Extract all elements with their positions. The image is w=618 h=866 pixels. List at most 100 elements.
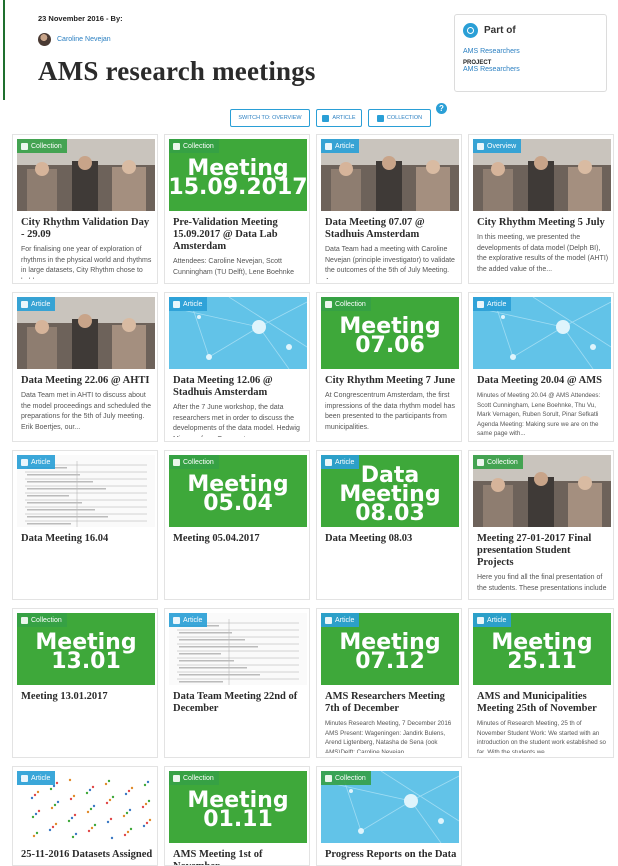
card[interactable]: Article Data Meeting 20.04 @ AMS Minutes o…	[468, 292, 614, 442]
article-icon	[325, 458, 332, 466]
card-title[interactable]: AMS Meeting 1st of November	[173, 849, 305, 865]
card-thumbnail[interactable]: Meeting 05.04 Collection	[169, 455, 307, 527]
part-of-header: Part of	[463, 23, 598, 38]
card[interactable]: Article Data Meeting 12.06 @ Stadhuis Ams…	[164, 292, 310, 442]
thumbnail-caption: Meeting 05.04	[187, 472, 289, 516]
card[interactable]: Article Data Team Meeting 22nd of Decembe…	[164, 608, 310, 758]
card[interactable]: Data Meeting 08.03 Article Data Meeting 08…	[316, 450, 462, 600]
card-thumbnail[interactable]: Meeting 01.11 Collection	[169, 771, 307, 843]
switch-to-overview-label: SWITCH TO: OVERVIEW	[238, 115, 302, 121]
article-icon	[322, 114, 330, 122]
card-type-badge: Article	[473, 613, 512, 627]
page-title: AMS research meetings	[38, 56, 316, 86]
card-thumbnail[interactable]: Article	[169, 613, 307, 685]
badge-label: Overview	[487, 142, 517, 150]
badge-label: Article	[487, 616, 507, 624]
left-accent-rule	[3, 0, 5, 100]
card[interactable]: Meeting 13.01 Collection Meeting 13.01.201…	[12, 608, 158, 758]
collection-icon	[21, 616, 28, 624]
card-thumbnail[interactable]: Article	[321, 139, 459, 211]
card-description: For finalising one year of exploration o…	[21, 246, 152, 279]
card[interactable]: Meeting 25.11 Article AMS and Municipaliti…	[468, 608, 614, 758]
card-thumbnail[interactable]: Collection	[321, 771, 459, 843]
card[interactable]: Meeting 01.11 Collection AMS Meeting 1st o…	[164, 766, 310, 866]
article-icon	[21, 300, 28, 308]
thumbnail-caption: Meeting 07.12	[339, 630, 441, 674]
card[interactable]: Collection Meeting 27-01-2017 Final prese…	[468, 450, 614, 600]
card-title[interactable]: Meeting 27-01-2017 Final presentation St…	[477, 533, 609, 569]
badge-label: Article	[183, 300, 203, 308]
card-description: Data Team had a meeting with Caroline Ne…	[325, 246, 455, 279]
card-thumbnail[interactable]: Overview	[473, 139, 611, 211]
author-avatar[interactable]	[38, 33, 51, 46]
card-thumbnail[interactable]: Collection	[17, 139, 155, 211]
card-title[interactable]: Meeting 13.01.2017	[21, 691, 153, 703]
author-link[interactable]: Caroline Nevejan	[57, 36, 111, 43]
badge-label: Collection	[183, 458, 214, 466]
card[interactable]: Overview City Rhythm Meeting 5 July In thi…	[468, 134, 614, 284]
card-type-badge: Article	[169, 297, 208, 311]
switch-to-overview-button[interactable]: SWITCH TO: OVERVIEW	[230, 109, 310, 127]
card-thumbnail[interactable]: Collection	[473, 455, 611, 527]
card[interactable]: Meeting 05.04 Collection Meeting 05.04.201…	[164, 450, 310, 600]
badge-label: Article	[31, 774, 51, 782]
card-type-badge: Collection	[17, 139, 67, 153]
overview-icon	[477, 142, 484, 150]
card[interactable]: Article Data Meeting 16.04	[12, 450, 158, 600]
card-thumbnail[interactable]: Meeting 25.11 Article	[473, 613, 611, 685]
badge-label: Article	[31, 458, 51, 466]
card-title[interactable]: Progress Reports on the Data	[325, 849, 457, 861]
card-title[interactable]: City Rhythm Validation Day - 29.09	[21, 217, 153, 241]
add-article-label: ARTICLE	[332, 115, 356, 121]
card[interactable]: Article 25-11-2016 Datasets Assigned	[12, 766, 158, 866]
card-title[interactable]: City Rhythm Meeting 5 July	[477, 217, 609, 229]
card-thumbnail[interactable]: Article	[169, 297, 307, 369]
card-title[interactable]: Data Meeting 20.04 @ AMS	[477, 375, 609, 387]
card-type-badge: Collection	[321, 297, 371, 311]
card-thumbnail[interactable]: Article	[473, 297, 611, 369]
card-title[interactable]: Data Team Meeting 22nd of December	[173, 691, 305, 715]
card-thumbnail[interactable]: Meeting 15.09.2017 Collection	[169, 139, 307, 211]
card-title[interactable]: Data Meeting 16.04	[21, 533, 153, 545]
card-title[interactable]: Data Meeting 07.07 @ Stadhuis Amsterdam	[325, 217, 457, 241]
add-collection-button[interactable]: COLLECTION	[368, 109, 431, 127]
card-thumbnail[interactable]: Article	[17, 455, 155, 527]
card[interactable]: Article Data Meeting 07.07 @ Stadhuis Ams…	[316, 134, 462, 284]
project-link[interactable]: AMS Researchers	[463, 66, 598, 73]
card[interactable]: Meeting 07.06 Collection City Rhythm Meeti…	[316, 292, 462, 442]
part-of-link[interactable]: AMS Researchers	[463, 48, 598, 55]
card-title[interactable]: Pre-Validation Meeting 15.09.2017 @ Data…	[173, 217, 305, 253]
card[interactable]: Article Data Meeting 22.06 @ AHTI Data Tea…	[12, 292, 158, 442]
card-thumbnail[interactable]: Article	[17, 297, 155, 369]
article-icon	[21, 774, 28, 782]
card-description: Data Team met in AHTI to discuss about t…	[21, 392, 151, 431]
card-description: Minutes of Research Meeting, 25 th of No…	[477, 720, 606, 753]
card[interactable]: Collection City Rhythm Validation Day - 2…	[12, 134, 158, 284]
collection-icon	[173, 774, 180, 782]
card[interactable]: Meeting 07.12 Article AMS Researchers Meet…	[316, 608, 462, 758]
card-title[interactable]: 25-11-2016 Datasets Assigned	[21, 849, 153, 861]
card-type-badge: Article	[321, 455, 360, 469]
card-thumbnail[interactable]: Meeting 07.12 Article	[321, 613, 459, 685]
card-description: At Congrescentrum Amsterdam, the first i…	[325, 392, 455, 431]
card-title[interactable]: AMS and Municipalities Meeting 25th of N…	[477, 691, 609, 715]
card-title[interactable]: AMS Researchers Meeting 7th of December	[325, 691, 457, 715]
card-title[interactable]: Data Meeting 12.06 @ Stadhuis Amsterdam	[173, 375, 305, 399]
card-thumbnail[interactable]: Data Meeting 08.03 Article	[321, 455, 459, 527]
help-icon[interactable]: ?	[436, 103, 447, 114]
card[interactable]: Meeting 15.09.2017 Collection Pre-Validati…	[164, 134, 310, 284]
card-title[interactable]: City Rhythm Meeting 7 June	[325, 375, 457, 387]
card-title[interactable]: Meeting 05.04.2017	[173, 533, 305, 545]
page-header: 23 November 2016 - By: Caroline Nevejan …	[38, 14, 418, 87]
card-title[interactable]: Data Meeting 22.06 @ AHTI	[21, 375, 153, 387]
add-article-button[interactable]: ARTICLE	[316, 109, 362, 127]
toolbar: SWITCH TO: OVERVIEW ARTICLE COLLECTION ?	[0, 103, 618, 129]
card[interactable]: Collection Progress Reports on the Data	[316, 766, 462, 866]
badge-label: Collection	[183, 774, 214, 782]
card-thumbnail[interactable]: Meeting 07.06 Collection	[321, 297, 459, 369]
badge-label: Collection	[31, 616, 62, 624]
card-title[interactable]: Data Meeting 08.03	[325, 533, 457, 545]
card-thumbnail[interactable]: Meeting 13.01 Collection	[17, 613, 155, 685]
card-thumbnail[interactable]: Article	[17, 771, 155, 843]
badge-label: Article	[31, 300, 51, 308]
